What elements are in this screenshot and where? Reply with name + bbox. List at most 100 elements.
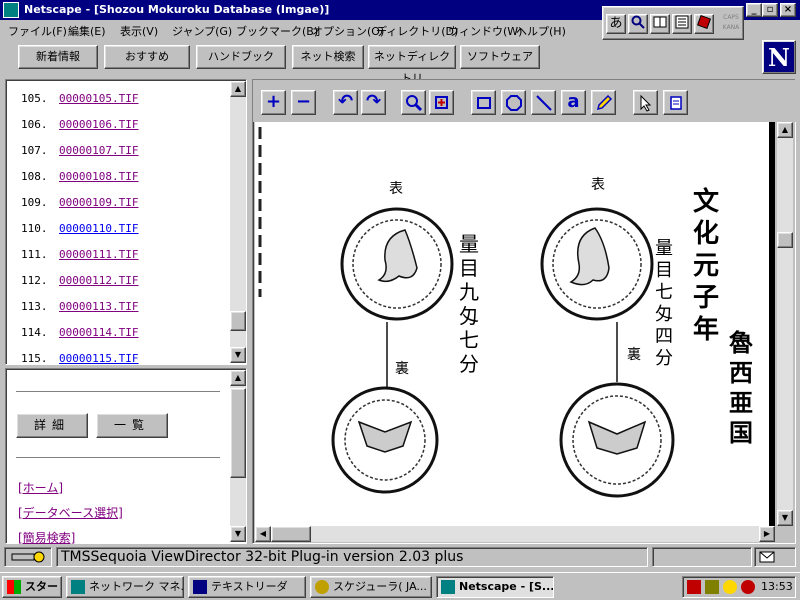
software-button[interactable]: ソフトウェア (460, 45, 540, 69)
list-button[interactable]: 一覧 (96, 413, 168, 438)
menu-bookmarks[interactable]: ブックマーク(B) (236, 23, 318, 39)
ime-pad-icon[interactable] (672, 14, 692, 34)
minimize-button[interactable]: _ (746, 3, 762, 17)
scroll-up-arrow-icon[interactable]: ▲ (777, 122, 793, 138)
viewer-horizontal-scrollbar[interactable]: ◀ ▶ (255, 526, 775, 542)
document-image[interactable]: 表 表 裏 裏 量目九匁七分 量目七匁四分 文化元子年 魯西亜国 (255, 122, 775, 526)
control-frame: 詳細 一覧 [ホーム] [データベース選択] [簡易検索] ▲ ▼ (5, 368, 247, 545)
octagon-tool-icon[interactable] (501, 90, 526, 115)
taskbar: スタート ネットワーク マネ... テキストリーダ スケジューラ( JA... … (0, 572, 800, 600)
scroll-thumb[interactable] (230, 388, 246, 478)
security-key-icon[interactable] (4, 547, 52, 567)
viewer-vertical-scrollbar[interactable]: ▲ ▼ (777, 122, 793, 526)
file-link[interactable]: 00000108.TIF (59, 170, 138, 183)
image-viewer-frame: + − ↶ ↷ a 表 表 裏 裏 量目九匁七分 量目七匁四分 文化元子年 魯西… (252, 79, 797, 544)
file-link[interactable]: 00000111.TIF (59, 248, 138, 261)
start-button[interactable]: スタート (2, 576, 62, 598)
scroll-thumb[interactable] (230, 311, 246, 331)
weight-annotation-1: 量目九匁七分 (459, 232, 479, 376)
file-link[interactable]: 00000110.TIF (59, 222, 138, 235)
scroll-right-arrow-icon[interactable]: ▶ (759, 526, 775, 542)
window-title: Netscape - [Shozou Mokuroku Database (Im… (24, 3, 330, 16)
control-frame-scrollbar[interactable]: ▲ ▼ (230, 370, 246, 542)
back-label: 裏 (627, 347, 641, 363)
list-item: 112. 00000112.TIF (21, 274, 139, 287)
tray-app-icon[interactable] (687, 580, 701, 594)
handbook-button[interactable]: ハンドブック (196, 45, 286, 69)
ime-dictionary-icon[interactable] (650, 14, 670, 34)
list-item: 105. 00000105.TIF (21, 92, 139, 105)
rotate-left-icon[interactable]: ↶ (333, 90, 358, 115)
menu-go[interactable]: ジャンプ(G) (172, 23, 232, 39)
file-link[interactable]: 00000106.TIF (59, 118, 138, 131)
whats-new-button[interactable]: 新着情報 (18, 45, 98, 69)
menu-directory[interactable]: ディレクトリ(D) (376, 23, 458, 39)
task-text-reader[interactable]: テキストリーダ (188, 576, 306, 598)
windows-logo-icon (7, 580, 21, 594)
volume-icon[interactable] (723, 580, 737, 594)
file-link[interactable]: 00000105.TIF (59, 92, 138, 105)
viewer-toolbar: + − ↶ ↷ a (253, 80, 797, 122)
zoom-in-icon[interactable]: + (261, 90, 286, 115)
menu-file[interactable]: ファイル(F) (8, 23, 67, 39)
rotate-right-icon[interactable]: ↷ (361, 90, 386, 115)
simple-search-link: [簡易検索] (18, 531, 76, 545)
mail-icon[interactable] (754, 547, 796, 567)
close-button[interactable]: × (780, 3, 796, 17)
ime-search-icon[interactable] (628, 14, 648, 34)
list-item: 115. 00000115.TIF (21, 352, 139, 365)
pointer-icon[interactable] (633, 90, 658, 115)
scroll-up-arrow-icon[interactable]: ▲ (230, 370, 246, 386)
task-scheduler[interactable]: スケジューラ( JA... (310, 576, 432, 598)
text-annotation-icon[interactable]: a (561, 90, 586, 115)
scroll-left-arrow-icon[interactable]: ◀ (255, 526, 271, 542)
recommended-button[interactable]: おすすめ (104, 45, 190, 69)
scroll-down-arrow-icon[interactable]: ▼ (230, 526, 246, 542)
file-link[interactable]: 00000114.TIF (59, 326, 138, 339)
zoom-out-icon[interactable]: − (291, 90, 316, 115)
divider (16, 391, 220, 393)
menu-window[interactable]: ウィンドウ(W) (448, 23, 522, 39)
scroll-down-arrow-icon[interactable]: ▼ (230, 347, 246, 363)
highlighter-icon[interactable] (591, 90, 616, 115)
file-link[interactable]: 00000107.TIF (59, 144, 138, 157)
scroll-thumb[interactable] (271, 526, 311, 542)
list-item: 108. 00000108.TIF (21, 170, 139, 183)
line-tool-icon[interactable] (531, 90, 556, 115)
ime-toolbar: あ CAPS KANA (602, 6, 744, 40)
note-icon[interactable] (663, 90, 688, 115)
magnify-region-icon[interactable] (429, 90, 454, 115)
file-link[interactable]: 00000112.TIF (59, 274, 138, 287)
ime-tool-icon[interactable] (694, 14, 714, 34)
detail-button[interactable]: 詳細 (16, 413, 88, 438)
menu-help[interactable]: ヘルプ(H) (516, 23, 566, 39)
file-link[interactable]: 00000115.TIF (59, 352, 138, 365)
file-list-scrollbar[interactable]: ▲ ▼ (230, 81, 246, 363)
menu-view[interactable]: 表示(V) (120, 23, 158, 39)
magnify-icon[interactable] (401, 90, 426, 115)
list-item: 107. 00000107.TIF (21, 144, 139, 157)
network-icon (71, 580, 85, 594)
netscape-app-icon[interactable] (3, 2, 19, 18)
list-item: 114. 00000114.TIF (21, 326, 139, 339)
rectangle-tool-icon[interactable] (471, 90, 496, 115)
tray-status-icon[interactable] (741, 580, 755, 594)
file-link[interactable]: 00000113.TIF (59, 300, 138, 313)
scroll-thumb[interactable] (777, 232, 793, 248)
scroll-up-arrow-icon[interactable]: ▲ (230, 81, 246, 97)
net-directory-button[interactable]: ネットディレクトリ (368, 45, 456, 85)
ime-mode-button[interactable]: あ (606, 14, 626, 34)
maximize-button[interactable]: ▫ (762, 3, 778, 17)
menu-edit[interactable]: 編集(E) (68, 23, 106, 39)
status-bar: TMSSequoia ViewDirector 32-bit Plug-in v… (0, 545, 800, 570)
file-link[interactable]: 00000109.TIF (59, 196, 138, 209)
tray-keyboard-icon[interactable] (705, 580, 719, 594)
weight-annotation-2: 量目七匁四分 (655, 238, 673, 369)
clock[interactable]: 13:53 (761, 580, 793, 593)
menu-options[interactable]: オプション(O) (312, 23, 384, 39)
task-netscape[interactable]: Netscape - [S... (436, 576, 554, 598)
net-search-button[interactable]: ネット検索 (292, 45, 364, 69)
task-network-manager[interactable]: ネットワーク マネ... (66, 576, 184, 598)
scroll-down-arrow-icon[interactable]: ▼ (777, 510, 793, 526)
netscape-logo[interactable]: N (762, 40, 796, 74)
